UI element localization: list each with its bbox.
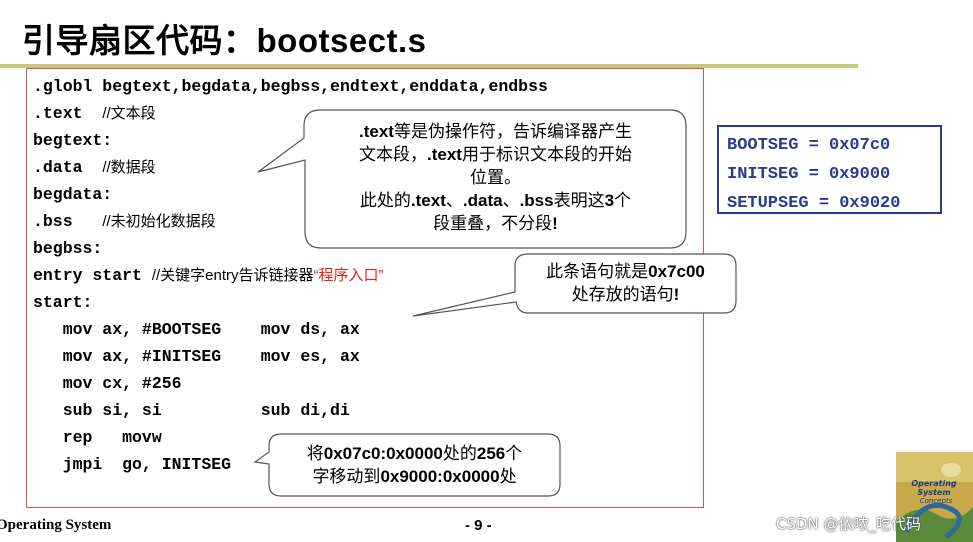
page-number: - 9 - (465, 517, 492, 534)
setupseg-constant: SETUPSEG = 0x9020 (727, 194, 901, 213)
book-title-line: System (917, 488, 950, 497)
callout-text-directive: .text等是伪操作符，告诉编译器产生 文本段，.text用于标识文本段的开始 … (305, 120, 686, 235)
callout-line: 位置。 (470, 168, 521, 187)
segment-constants-box: BOOTSEG = 0x07c0 INITSEG = 0x9000 SETUPS… (717, 125, 942, 214)
callout-line: 将0x07c0:0x0000处的256个 (306, 444, 523, 463)
footer-course-name: Operating System (0, 517, 112, 533)
callout-line: 段重叠，不分段! (433, 214, 558, 233)
callout-line: .text等是伪操作符，告诉编译器产生 (359, 122, 632, 141)
callout-address: 此条语句就是0x7c00 处存放的语句! (515, 260, 736, 306)
callout-line: 处存放的语句! (571, 285, 680, 304)
csdn-watermark: CSDN @依哝_吃代码 (776, 515, 922, 533)
bootseg-constant: BOOTSEG = 0x07c0 (727, 136, 891, 155)
callout-line: 字移动到0x9000:0x0000处 (312, 467, 517, 486)
book-title-line: Concepts (920, 497, 953, 505)
initseg-constant: INITSEG = 0x9000 (727, 165, 891, 184)
callout-line: 此处的.text、.data、.bss表明这3个 (359, 191, 632, 210)
callout-line: 此条语句就是0x7c00 (546, 262, 705, 281)
callout-line: 文本段，.text用于标识文本段的开始 (359, 145, 632, 164)
book-title-line: Operating (911, 479, 957, 488)
callout-move: 将0x07c0:0x0000处的256个 字移动到0x9000:0x0000处 (269, 442, 560, 488)
